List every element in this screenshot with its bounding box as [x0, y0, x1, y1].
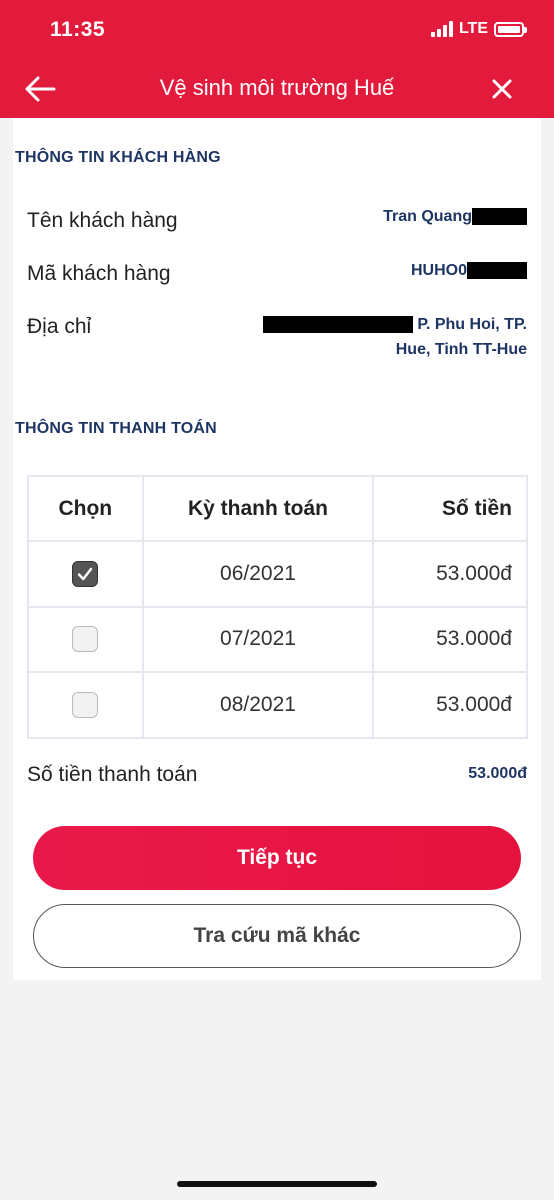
payment-table: Chọn Kỳ thanh toán Số tiền 06/2021 53.00…	[27, 475, 528, 739]
customer-section-title: THÔNG TIN KHÁCH HÀNG	[15, 149, 221, 166]
address-value: P. Phu Hoi, TP. Hue, Tinh TT-Hue	[262, 312, 527, 362]
total-label: Số tiền thanh toán	[27, 763, 198, 786]
network-type: LTE	[458, 20, 488, 37]
payment-section-title: THÔNG TIN THANH TOÁN	[15, 420, 217, 437]
table-header-row: Chọn Kỳ thanh toán Số tiền	[27, 475, 528, 542]
customer-name-label: Tên khách hàng	[27, 209, 178, 232]
continue-button[interactable]: Tiếp tục	[33, 826, 521, 890]
table-row[interactable]: 07/2021 53.000đ	[27, 605, 528, 674]
row-period: 06/2021	[141, 540, 375, 608]
redaction-block	[467, 262, 527, 280]
customer-name-value: Tran Quang	[383, 204, 527, 229]
row-amount: 53.000đ	[372, 671, 528, 739]
header-amount: Số tiền	[372, 475, 528, 542]
total-value: 53.000đ	[468, 765, 527, 782]
period-checkbox-checked[interactable]	[72, 560, 99, 587]
status-indicators: LTE	[430, 20, 527, 38]
row-period: 07/2021	[141, 605, 375, 674]
customer-id-label: Mã khách hàng	[27, 262, 171, 285]
row-select-cell	[27, 540, 144, 608]
row-select-cell	[27, 605, 144, 674]
header-select: Chọn	[27, 475, 144, 542]
page-title: Vệ sinh môi trường Huế	[159, 75, 395, 100]
table-row[interactable]: 08/2021 53.000đ	[27, 671, 528, 739]
row-select-cell	[27, 671, 144, 739]
battery-icon	[494, 21, 527, 37]
signal-icon	[430, 21, 453, 37]
status-time: 11:35	[50, 18, 106, 41]
address-label: Địa chỉ	[27, 315, 92, 338]
lookup-other-button[interactable]: Tra cứu mã khác	[33, 904, 521, 968]
header-period: Kỳ thanh toán	[141, 475, 375, 542]
period-checkbox[interactable]	[72, 692, 99, 719]
customer-id-value: HUHO0	[411, 258, 527, 283]
payment-card: THÔNG TIN KHÁCH HÀNG Tên khách hàng Tran…	[13, 118, 541, 980]
row-period: 08/2021	[141, 671, 375, 739]
row-amount: 53.000đ	[372, 605, 528, 674]
row-amount: 53.000đ	[372, 540, 528, 608]
redaction-block	[472, 208, 527, 226]
redaction-block	[262, 316, 413, 334]
table-row[interactable]: 06/2021 53.000đ	[27, 540, 528, 608]
close-icon[interactable]	[488, 75, 516, 103]
app-header: 11:35 LTE Vệ sinh môi trường Huế	[0, 0, 554, 118]
home-indicator[interactable]	[177, 1181, 377, 1187]
period-checkbox[interactable]	[72, 626, 99, 653]
